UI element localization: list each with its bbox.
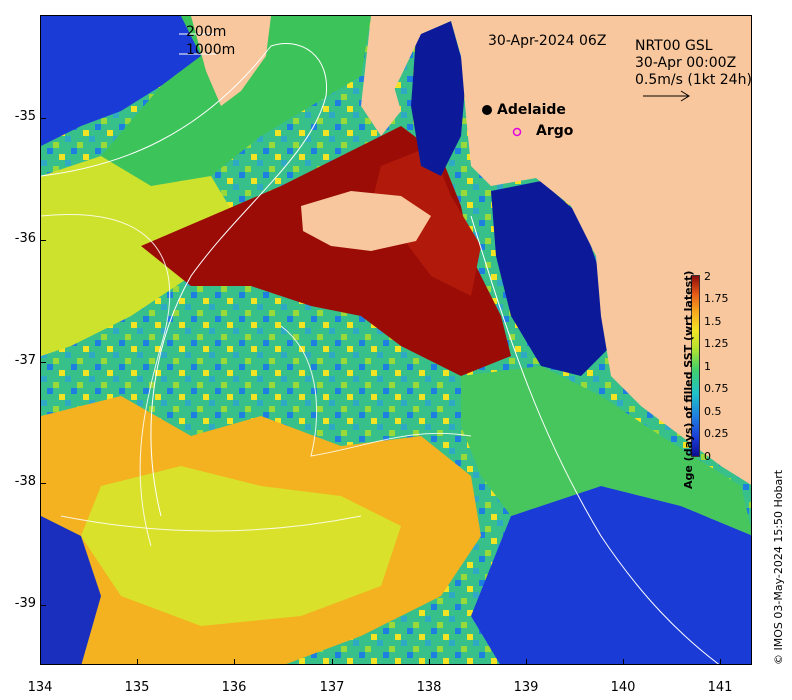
sst-age-map [41,16,751,664]
y-tick-label: -36 [14,231,36,246]
y-tick-label: -37 [14,353,36,368]
y-tick-mark [40,605,46,606]
colorbar-tick: 0.75 [704,382,729,395]
vector-scale-label: 0.5m/s (1kt 24h) [635,72,752,88]
x-tick-label: 139 [513,680,539,695]
y-tick-mark [40,240,46,241]
colorbar-title: Age (days) of filled SST (wrt latest) [682,270,695,489]
credit-text: © IMOS 03-May-2024 15:50 Hobart [772,469,785,665]
x-tick-label: 136 [221,680,247,695]
x-tick-label: 135 [124,680,150,695]
x-tick-mark [234,659,235,665]
x-tick-mark [137,659,138,665]
contour-200m-label: 200m [186,24,227,40]
y-tick-label: -38 [14,474,36,489]
x-tick-label: 138 [416,680,442,695]
contour-1000m-label: 1000m [186,42,236,58]
adelaide-label: Adelaide [497,102,566,118]
x-tick-label: 140 [610,680,636,695]
colorbar-tick: 1.75 [704,292,729,305]
x-tick-label: 134 [27,680,53,695]
colorbar-tick: 1 [704,360,711,373]
adelaide-marker[interactable] [482,105,492,115]
y-tick-mark [40,483,46,484]
y-tick-label: -39 [14,596,36,611]
y-tick-label: -35 [14,109,36,124]
currents-time-label: 30-Apr 00:00Z [635,55,737,71]
colorbar-tick: 0.25 [704,427,729,440]
x-tick-label: 137 [319,680,345,695]
colorbar-tick: 2 [704,270,711,283]
x-tick-mark [623,659,624,665]
map-title: 30-Apr-2024 06Z [488,33,607,49]
x-tick-mark [526,659,527,665]
x-tick-mark [332,659,333,665]
colorbar-tick: 0.5 [704,405,722,418]
colorbar-tick: 1.25 [704,337,729,350]
colorbar-tick: 0 [704,450,711,463]
colorbar-tick: 1.5 [704,315,722,328]
currents-source-label: NRT00 GSL [635,38,713,54]
x-tick-mark [720,659,721,665]
x-tick-label: 141 [707,680,733,695]
y-tick-mark [40,118,46,119]
map-area[interactable]: 30-Apr-2024 06Z 200m 1000m NRT00 GSL 30-… [40,15,752,665]
x-tick-mark [429,659,430,665]
y-tick-mark [40,362,46,363]
argo-label: Argo [536,123,574,139]
